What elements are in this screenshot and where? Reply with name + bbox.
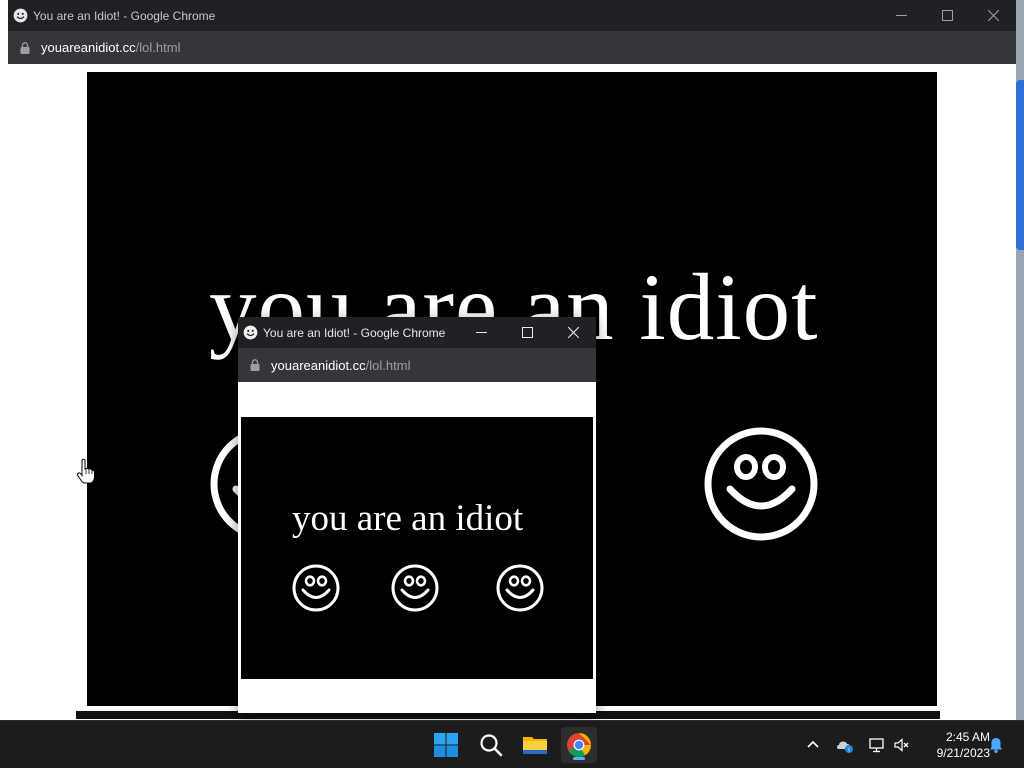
minimize-icon (895, 15, 907, 16)
taskbar-clock[interactable]: 2:45 AM 9/21/2023 (918, 729, 990, 761)
clock-date: 9/21/2023 (936, 746, 990, 760)
maximize-button[interactable] (924, 0, 970, 31)
close-icon (567, 327, 579, 338)
minimize-button[interactable] (878, 0, 924, 31)
close-button[interactable] (970, 0, 1016, 31)
windows-taskbar: i 2:45 AM 9/21/2023 (0, 720, 1024, 768)
chrome-icon (567, 733, 591, 758)
windows-start-icon (434, 733, 458, 757)
main-window-controls (878, 0, 1016, 31)
popup-close-button[interactable] (550, 317, 596, 348)
clock-time: 2:45 AM (945, 730, 990, 744)
desktop-window-edge (1016, 80, 1024, 250)
popup-window-url[interactable]: youareanidiot.cc/lol.html (271, 358, 410, 373)
minimize-icon (475, 332, 487, 333)
search-button[interactable] (473, 727, 509, 763)
popup-idiot-text: you are an idiot (292, 498, 524, 539)
onedrive-icon: i (837, 741, 853, 754)
url-path: /lol.html (135, 40, 181, 55)
file-explorer-button[interactable] (517, 727, 553, 763)
lock-icon (20, 41, 30, 54)
chevron-up-icon (807, 740, 819, 748)
main-window-addressbar[interactable]: youareanidiot.cc/lol.html (8, 31, 1016, 64)
notifications-button[interactable] (986, 735, 1006, 755)
url-path: /lol.html (365, 357, 411, 373)
main-window-titlebar[interactable]: You are an Idiot! - Google Chrome (8, 0, 1016, 31)
smiley-small-2-icon (391, 564, 439, 612)
onedrive-tray-button[interactable]: i (835, 735, 855, 755)
smiley-right-icon (704, 427, 818, 541)
volume-muted-icon (894, 738, 909, 752)
popup-chrome-window[interactable]: You are an Idiot! - Google Chrome youare… (238, 317, 596, 713)
url-host: youareanidiot.cc (41, 40, 136, 55)
chrome-taskbar-button[interactable] (561, 727, 597, 763)
folder-icon (523, 737, 547, 754)
network-icon (869, 738, 884, 753)
smiley-favicon-icon (13, 8, 28, 23)
active-app-indicator (573, 757, 585, 760)
lock-icon (250, 359, 260, 371)
popup-window-addressbar[interactable]: youareanidiot.cc/lol.html (238, 348, 596, 382)
popup-maximize-button[interactable] (504, 317, 550, 348)
main-window-url[interactable]: youareanidiot.cc/lol.html (41, 40, 180, 55)
smiley-small-3-icon (496, 564, 544, 612)
start-button[interactable] (428, 727, 464, 763)
show-hidden-icons-button[interactable] (803, 735, 823, 755)
maximize-icon (941, 10, 953, 21)
popup-window-titlebar[interactable]: You are an Idiot! - Google Chrome (238, 317, 596, 348)
url-host: youareanidiot.cc (271, 357, 366, 373)
smiley-small-1-icon (292, 564, 340, 612)
popup-page-content: you are an idiot (238, 382, 596, 713)
notification-bell-icon (990, 738, 1002, 753)
maximize-icon (521, 327, 533, 338)
hand-cursor-icon (77, 458, 95, 484)
popup-black-stage: you are an idiot (241, 417, 593, 679)
popup-window-controls (458, 317, 596, 348)
popup-minimize-button[interactable] (458, 317, 504, 348)
svg-text:i: i (848, 748, 849, 754)
network-tray-button[interactable] (867, 735, 887, 755)
popup-window-title: You are an Idiot! - Google Chrome (263, 325, 446, 340)
close-icon (987, 10, 999, 21)
smiley-favicon-icon (243, 325, 258, 340)
main-window-title: You are an Idiot! - Google Chrome (33, 8, 216, 23)
search-icon (480, 734, 503, 757)
volume-tray-button[interactable] (892, 735, 912, 755)
